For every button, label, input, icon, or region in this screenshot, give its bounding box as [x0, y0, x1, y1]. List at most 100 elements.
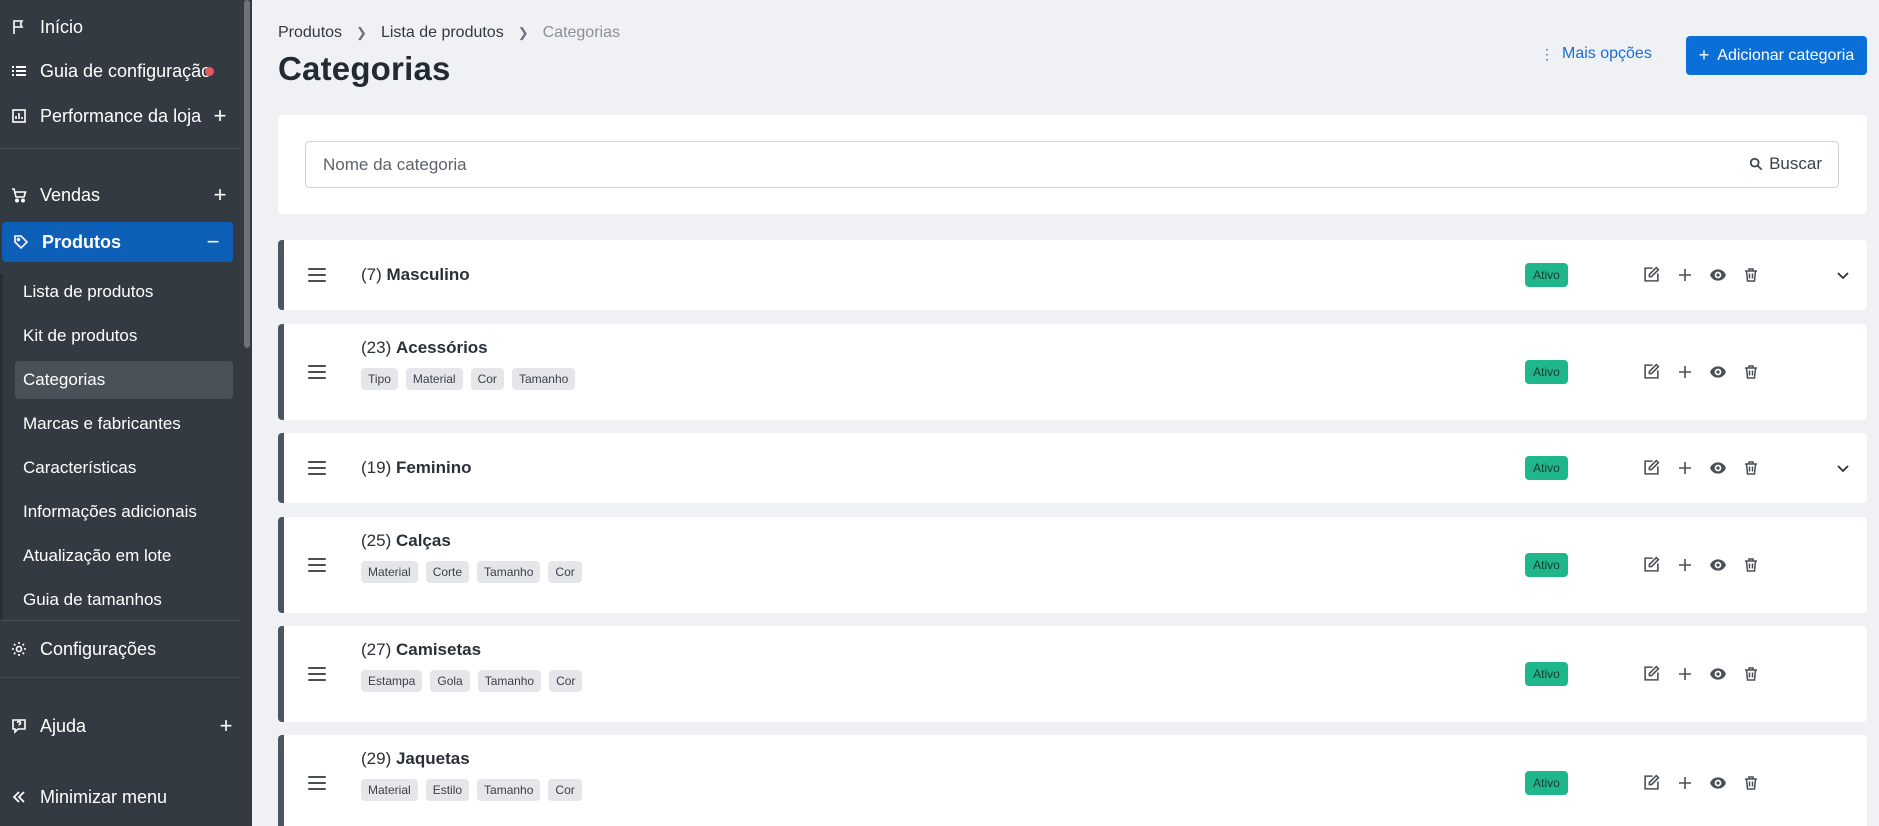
sidebar-item-label: Minimizar menu [40, 786, 168, 807]
minimize-menu-button[interactable]: Minimizar menu [0, 777, 240, 817]
flag-icon [10, 18, 28, 36]
edit-icon[interactable] [1642, 362, 1661, 381]
category-actions [1642, 458, 1760, 477]
search-button-label: Buscar [1769, 154, 1822, 173]
category-row[interactable]: (23) Acessórios Tipo Material Cor Tamanho Ati… [278, 324, 1867, 420]
eye-icon[interactable] [1708, 773, 1727, 792]
add-subcategory-icon[interactable] [1675, 664, 1694, 683]
drag-handle-icon[interactable] [308, 558, 326, 572]
trash-icon[interactable] [1741, 362, 1760, 381]
eye-icon[interactable] [1708, 265, 1727, 284]
search-input[interactable] [306, 142, 1686, 187]
expand-plus-icon[interactable]: + [208, 103, 232, 128]
sidebar-subitem-kit-produtos[interactable]: Kit de produtos [15, 317, 233, 355]
sidebar-scrollbar[interactable] [244, 0, 250, 348]
more-options-button[interactable]: ⋮ Mais opções [1540, 45, 1652, 63]
category-name: (23) Acessórios [361, 338, 488, 358]
sidebar-item-produtos[interactable]: Produtos − [2, 222, 233, 262]
help-chat-icon [10, 717, 28, 735]
chevron-down-icon[interactable] [1835, 267, 1851, 283]
gear-icon [10, 640, 28, 658]
sidebar: Início Guia de configuração Performance … [0, 0, 252, 826]
variation-tag: Cor [548, 561, 582, 583]
trash-icon[interactable] [1741, 773, 1760, 792]
eye-icon[interactable] [1708, 555, 1727, 574]
sidebar-item-vendas[interactable]: Vendas + [0, 175, 240, 215]
eye-icon[interactable] [1708, 664, 1727, 683]
add-subcategory-icon[interactable] [1675, 458, 1694, 477]
expand-plus-icon[interactable]: + [214, 713, 238, 738]
category-id: (25) [361, 531, 392, 550]
breadcrumb-produtos[interactable]: Produtos [278, 24, 342, 42]
sidebar-item-label: Início [40, 16, 84, 37]
sidebar-subitem-atualizacao[interactable]: Atualização em lote [15, 537, 233, 575]
search-button[interactable]: Buscar [1749, 154, 1822, 174]
drag-handle-icon[interactable] [308, 365, 326, 379]
sidebar-item-configuracoes[interactable]: Configurações [0, 629, 240, 669]
status-badge: Ativo [1525, 456, 1568, 480]
variation-tag: Gola [430, 670, 470, 692]
sidebar-subitem-marcas[interactable]: Marcas e fabricantes [15, 405, 233, 443]
sidebar-item-label: Produtos [42, 231, 121, 252]
category-row[interactable]: (29) Jaquetas Material Estilo Tamanho Cor Ati… [278, 735, 1867, 826]
sidebar-subitem-categorias[interactable]: Categorias [15, 361, 233, 399]
sidebar-item-performance[interactable]: Performance da loja + [0, 96, 240, 136]
chevron-right-icon: ❯ [356, 25, 367, 40]
edit-icon[interactable] [1642, 265, 1661, 284]
drag-handle-icon[interactable] [308, 776, 326, 790]
variation-tag: Tamanho [477, 779, 541, 801]
category-actions [1642, 362, 1760, 381]
edit-icon[interactable] [1642, 555, 1661, 574]
sidebar-subitem-guia-tamanhos[interactable]: Guia de tamanhos [15, 581, 233, 619]
add-subcategory-icon[interactable] [1675, 362, 1694, 381]
sidebar-subitem-caracteristicas[interactable]: Características [15, 449, 233, 487]
variation-tag: Corte [425, 561, 470, 583]
sidebar-item-ajuda[interactable]: Ajuda + [0, 706, 240, 746]
breadcrumb: Produtos ❯ Lista de produtos ❯ Categoria… [278, 24, 620, 42]
expand-plus-icon[interactable]: + [208, 182, 232, 207]
status-badge: Ativo [1525, 360, 1568, 384]
category-name: (19) Feminino [361, 458, 472, 478]
add-category-button[interactable]: + Adicionar categoria [1686, 36, 1867, 75]
add-subcategory-icon[interactable] [1675, 773, 1694, 792]
trash-icon[interactable] [1741, 555, 1760, 574]
sidebar-item-inicio[interactable]: Início [0, 7, 240, 47]
sidebar-divider [0, 148, 240, 149]
trash-icon[interactable] [1741, 664, 1760, 683]
edit-icon[interactable] [1642, 458, 1661, 477]
variation-tag: Tamanho [477, 670, 542, 692]
drag-handle-icon[interactable] [308, 268, 326, 282]
category-row[interactable]: (25) Calças Material Corte Tamanho Cor Ativo [278, 517, 1867, 613]
add-category-label: Adicionar categoria [1717, 46, 1855, 64]
category-id: (7) [361, 265, 382, 284]
collapse-minus-icon[interactable]: − [201, 229, 225, 254]
category-row[interactable]: (27) Camisetas Estampa Gola Tamanho Cor Ativo [278, 626, 1867, 722]
variation-tag: Tamanho [477, 561, 541, 583]
edit-icon[interactable] [1642, 773, 1661, 792]
sidebar-subitem-lista-produtos[interactable]: Lista de produtos [15, 273, 233, 311]
trash-icon[interactable] [1741, 265, 1760, 284]
page-title: Categorias [278, 50, 451, 87]
eye-icon[interactable] [1708, 362, 1727, 381]
add-subcategory-icon[interactable] [1675, 555, 1694, 574]
category-title: Calças [395, 531, 451, 550]
add-subcategory-icon[interactable] [1675, 265, 1694, 284]
category-title: Camisetas [395, 640, 482, 659]
breadcrumb-lista-produtos[interactable]: Lista de produtos [381, 24, 504, 42]
category-row[interactable]: (7) Masculino Ativo [278, 240, 1867, 310]
category-id: (19) [361, 458, 392, 477]
edit-icon[interactable] [1642, 664, 1661, 683]
trash-icon[interactable] [1741, 458, 1760, 477]
category-row[interactable]: (19) Feminino Ativo [278, 433, 1867, 503]
drag-handle-icon[interactable] [308, 461, 326, 475]
category-name: (7) Masculino [361, 265, 470, 285]
eye-icon[interactable] [1708, 458, 1727, 477]
category-title: Acessórios [395, 338, 488, 357]
sidebar-subitem-informacoes[interactable]: Informações adicionais [15, 493, 233, 531]
double-chevron-left-icon [10, 788, 28, 806]
drag-handle-icon[interactable] [308, 667, 326, 681]
chevron-down-icon[interactable] [1835, 460, 1851, 476]
sidebar-item-guia[interactable]: Guia de configuração [0, 51, 240, 91]
category-variation-tags: Material Corte Tamanho Cor [361, 561, 582, 583]
category-actions [1642, 773, 1760, 792]
